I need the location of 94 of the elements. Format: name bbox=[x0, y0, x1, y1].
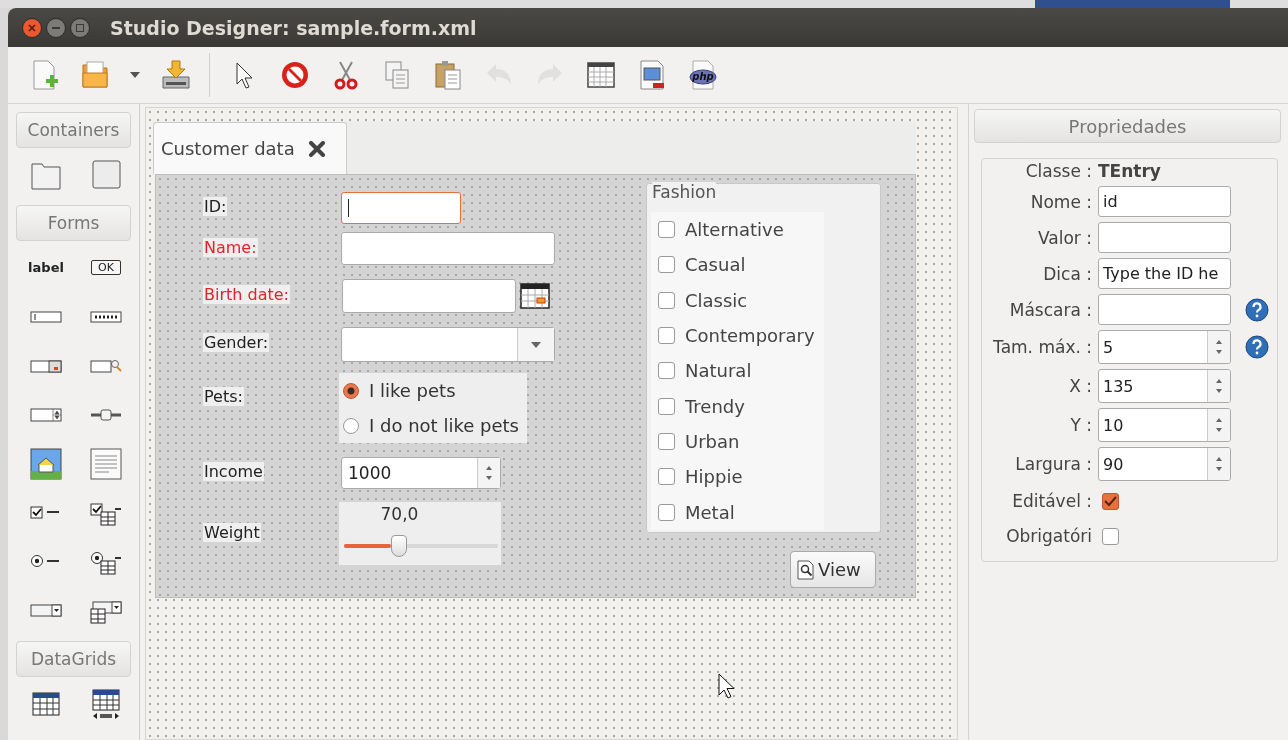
spin-arrows-icon[interactable] bbox=[485, 464, 493, 482]
minimize-button[interactable] bbox=[46, 17, 66, 38]
maximize-icon bbox=[76, 23, 84, 32]
property-spin-field[interactable]: 90 bbox=[1098, 447, 1231, 481]
field-label: Birth date: bbox=[203, 285, 290, 304]
property-label: Valor : bbox=[1037, 227, 1092, 248]
property-field[interactable] bbox=[1098, 222, 1231, 253]
label-tool[interactable]: label bbox=[28, 260, 64, 275]
text-field[interactable] bbox=[341, 192, 461, 224]
checkbox-label: Casual bbox=[685, 254, 746, 276]
checkbox[interactable] bbox=[658, 503, 675, 521]
property-field[interactable]: id bbox=[1098, 186, 1231, 217]
property-label: Tam. máx. : bbox=[992, 337, 1092, 357]
checkbox-label: Contemporary bbox=[685, 325, 815, 347]
checkbox-label: Trendy bbox=[685, 395, 745, 417]
property-spin-field[interactable]: 5 bbox=[1098, 330, 1231, 364]
window-title: Studio Designer: sample.form.xml bbox=[110, 16, 477, 39]
palette-section-header[interactable]: Forms bbox=[16, 205, 131, 241]
date-field[interactable] bbox=[342, 279, 516, 313]
property-label: Obrigatóri bbox=[1005, 526, 1092, 546]
field-label: Weight bbox=[203, 523, 261, 542]
property-label: Classe : bbox=[1024, 161, 1092, 181]
caret-icon bbox=[531, 341, 541, 348]
property-label: Largura : bbox=[1014, 454, 1092, 474]
checkbox-label: Classic bbox=[685, 289, 748, 311]
minimize-icon bbox=[52, 26, 60, 29]
property-checkbox[interactable] bbox=[1102, 527, 1119, 545]
checkbox-label: Alternative bbox=[685, 219, 784, 241]
property-field[interactable] bbox=[1098, 294, 1231, 325]
spin-arrows-icon[interactable] bbox=[1215, 377, 1223, 395]
checkbox-label: Hippie bbox=[685, 466, 743, 488]
spin-arrows-icon[interactable] bbox=[1215, 455, 1223, 473]
property-label: Y : bbox=[1069, 415, 1092, 435]
radio-button[interactable] bbox=[343, 382, 359, 399]
close-icon bbox=[28, 23, 36, 32]
checkbox-label: Metal bbox=[685, 501, 735, 523]
income-spin-field[interactable]: 1000 bbox=[341, 457, 501, 489]
search-icon bbox=[797, 559, 815, 580]
slider-fill bbox=[344, 544, 392, 548]
property-spin-field[interactable]: 10 bbox=[1098, 408, 1231, 442]
view-button[interactable]: View bbox=[790, 551, 876, 588]
close-icon[interactable] bbox=[308, 140, 325, 157]
slider-reading: 70,0 bbox=[380, 504, 419, 524]
checkbox[interactable] bbox=[658, 221, 675, 239]
checkbox[interactable] bbox=[658, 256, 675, 274]
spin-arrows-icon[interactable] bbox=[1215, 416, 1223, 434]
checkbox[interactable] bbox=[658, 432, 675, 450]
picture-frame-icon[interactable] bbox=[29, 446, 63, 481]
checkbox[interactable] bbox=[658, 397, 675, 415]
checkbox-label: Natural bbox=[685, 360, 752, 382]
field-label: Gender: bbox=[203, 333, 270, 352]
property-label: Editável : bbox=[1011, 491, 1092, 511]
caret-icon[interactable] bbox=[130, 72, 140, 78]
maximize-button[interactable] bbox=[70, 17, 90, 38]
text-field[interactable] bbox=[341, 232, 555, 265]
checkmark-icon bbox=[1104, 495, 1117, 507]
close-button[interactable] bbox=[22, 17, 42, 38]
field-label: ID: bbox=[203, 197, 228, 216]
palette-section-header[interactable]: Containers bbox=[16, 112, 131, 148]
spin-arrows-icon[interactable] bbox=[1215, 338, 1223, 356]
gender-dropdown[interactable] bbox=[341, 327, 555, 362]
field-label: Pets: bbox=[203, 387, 244, 406]
property-checkbox[interactable] bbox=[1102, 492, 1119, 510]
property-field[interactable]: Type the ID he bbox=[1098, 258, 1231, 289]
checkbox[interactable] bbox=[658, 468, 675, 486]
frame-icon[interactable] bbox=[89, 157, 123, 192]
property-spin-field[interactable]: 135 bbox=[1098, 369, 1231, 403]
radio-label: I like pets bbox=[369, 380, 456, 401]
calendar-icon[interactable] bbox=[520, 283, 550, 309]
mouse-pointer-icon bbox=[718, 673, 736, 699]
text-area-icon[interactable] bbox=[89, 446, 123, 481]
form-tab[interactable]: Customer data bbox=[153, 122, 347, 174]
property-label: Máscara : bbox=[1008, 299, 1092, 320]
button-tool[interactable]: OK bbox=[91, 260, 121, 275]
class-value: TEntry bbox=[1098, 161, 1162, 181]
field-label: Income bbox=[203, 462, 264, 481]
checkbox-label: Urban bbox=[685, 430, 740, 452]
save-drive-icon[interactable] bbox=[159, 59, 192, 91]
property-label: Nome : bbox=[1029, 191, 1092, 212]
slider-thumb[interactable] bbox=[391, 535, 408, 557]
checkbox[interactable] bbox=[658, 291, 675, 309]
radio-label: I do not like pets bbox=[369, 415, 519, 436]
properties-header[interactable]: Propriedades bbox=[974, 109, 1281, 143]
help-icon[interactable] bbox=[1245, 335, 1269, 359]
palette-section-header[interactable]: DataGrids bbox=[16, 641, 131, 677]
property-label: Dica : bbox=[1042, 263, 1092, 284]
checkbox[interactable] bbox=[658, 362, 675, 380]
field-label: Name: bbox=[203, 238, 258, 257]
calendar-grid-icon[interactable] bbox=[584, 59, 617, 91]
property-label: X : bbox=[1068, 376, 1092, 396]
radio-button[interactable] bbox=[343, 417, 359, 434]
help-icon[interactable] bbox=[1245, 297, 1269, 322]
checkbox[interactable] bbox=[658, 327, 675, 345]
paged-datagrid-icon[interactable] bbox=[89, 686, 123, 721]
